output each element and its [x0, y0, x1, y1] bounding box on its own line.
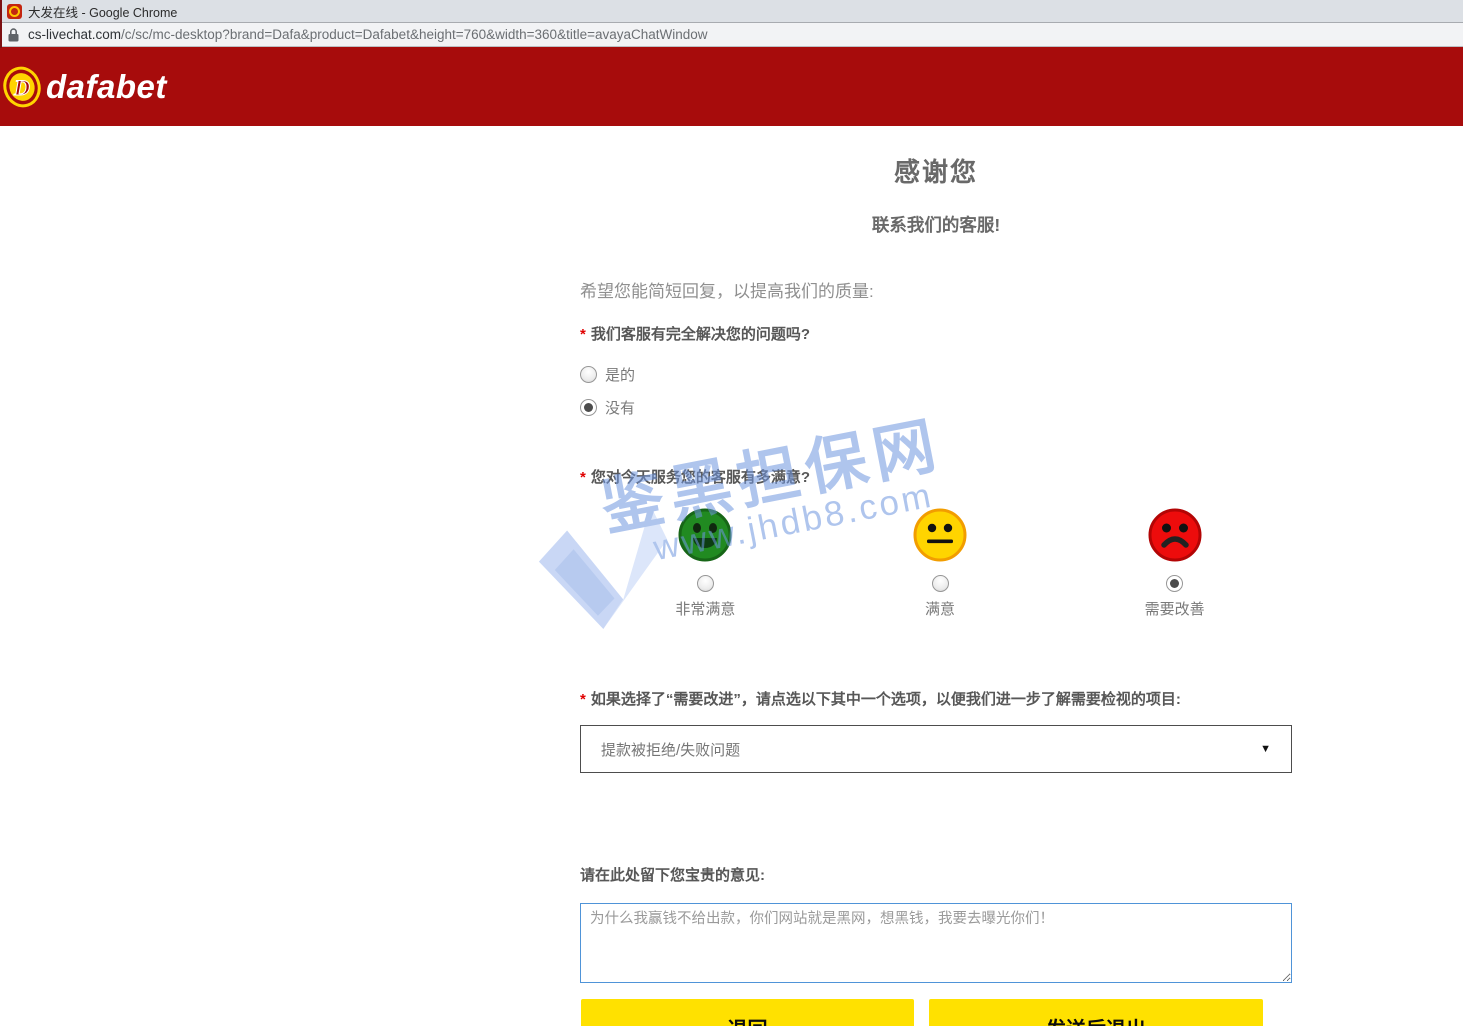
- radio-no-button[interactable]: [580, 399, 597, 416]
- issue-dropdown[interactable]: 提款被拒绝/失败问题 ▼: [580, 725, 1292, 773]
- needs-improvement-label: 需要改善: [1145, 598, 1205, 619]
- radio-satisfied[interactable]: [932, 575, 949, 592]
- window-titlebar[interactable]: 大发在线 - Google Chrome: [0, 0, 1463, 23]
- dafabet-emblem-icon: D: [3, 64, 41, 110]
- url-bar[interactable]: cs-livechat.com/c/sc/mc-desktop?brand=Da…: [0, 23, 1463, 47]
- survey-form: 感谢您 联系我们的客服! 希望您能简短回复，以提高我们的质量: *我们客服有完全…: [580, 126, 1292, 1026]
- url-domain: cs-livechat.com: [28, 27, 121, 42]
- neutral-yellow-face-icon: [913, 508, 967, 562]
- radio-no-label: 没有: [605, 397, 635, 418]
- very-satisfied-label: 非常满意: [675, 598, 735, 619]
- intro-text: 希望您能简短回复，以提高我们的质量:: [580, 277, 1292, 302]
- comment-label: 请在此处留下您宝贵的意见:: [580, 864, 1292, 885]
- radio-option-no[interactable]: 没有: [580, 397, 1292, 418]
- page-title: 感谢您: [580, 152, 1292, 189]
- satisfaction-options: 非常满意 满意 需要改善: [580, 508, 1292, 619]
- issue-dropdown-value: 提款被拒绝/失败问题: [601, 739, 740, 760]
- page-subtitle: 联系我们的客服!: [580, 212, 1292, 237]
- url-text: cs-livechat.com/c/sc/mc-desktop?brand=Da…: [28, 27, 708, 42]
- question1-options: 是的 没有: [580, 364, 1292, 418]
- radio-very-satisfied[interactable]: [697, 575, 714, 592]
- brand-header: D dafabet: [0, 47, 1463, 126]
- lock-icon[interactable]: [8, 28, 19, 42]
- radio-yes-button[interactable]: [580, 366, 597, 383]
- action-buttons: 退回 发送后退出: [581, 999, 1292, 1026]
- radio-option-yes[interactable]: 是的: [580, 364, 1292, 385]
- comment-textarea[interactable]: 为什么我赢钱不给出款，你们网站就是黑网，想黑钱，我要去曝光你们！: [580, 903, 1292, 983]
- radio-yes-label: 是的: [605, 364, 635, 385]
- required-asterisk: *: [580, 691, 586, 708]
- window-title: 大发在线 - Google Chrome: [28, 2, 177, 21]
- site-favicon-icon: [7, 4, 22, 19]
- required-asterisk: *: [580, 469, 586, 486]
- url-path: /c/sc/mc-desktop?brand=Dafa&product=Dafa…: [121, 27, 708, 42]
- back-button[interactable]: 退回: [581, 999, 914, 1026]
- required-asterisk: *: [580, 326, 586, 343]
- question1-label: *我们客服有完全解决您的问题吗?: [580, 323, 1292, 344]
- option-satisfied: 满意: [823, 508, 1058, 619]
- chevron-down-icon: ▼: [1260, 743, 1271, 755]
- chrome-window: 大发在线 - Google Chrome cs-livechat.com/c/s…: [0, 0, 1463, 1026]
- svg-text:D: D: [13, 75, 30, 100]
- sad-red-face-icon: [1148, 508, 1202, 562]
- brand-wordmark: dafabet: [46, 68, 167, 106]
- happy-green-face-icon: [678, 508, 732, 562]
- question2-label: *您对今天服务您的客服有多满意?: [580, 466, 1292, 487]
- option-very-satisfied: 非常满意: [588, 508, 823, 619]
- radio-needs-improvement[interactable]: [1166, 575, 1183, 592]
- send-exit-button[interactable]: 发送后退出: [929, 999, 1263, 1026]
- option-needs-improvement: 需要改善: [1057, 508, 1292, 619]
- satisfied-label: 满意: [925, 598, 955, 619]
- question3-label: *如果选择了“需要改进”，请点选以下其中一个选项，以便我们进一步了解需要检视的项…: [580, 688, 1292, 709]
